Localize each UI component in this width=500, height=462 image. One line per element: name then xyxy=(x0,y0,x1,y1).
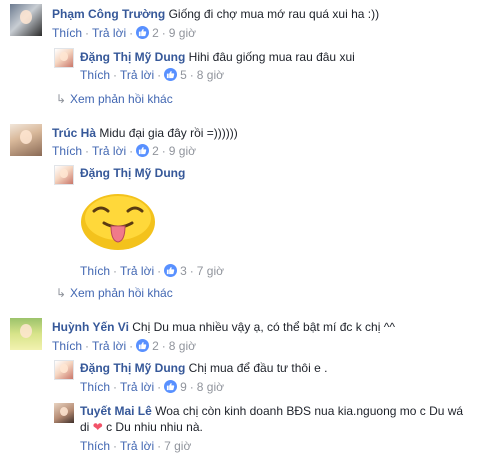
reply-button[interactable]: Trả lời xyxy=(120,68,154,82)
avatar[interactable] xyxy=(54,403,74,423)
like-button[interactable]: Thích xyxy=(52,144,82,158)
thumbs-up-icon[interactable] xyxy=(164,68,178,81)
comment-text: Chị mua để đầu tư thôi e . xyxy=(188,361,328,375)
reply-button[interactable]: Trả lời xyxy=(120,264,154,278)
like-button[interactable]: Thích xyxy=(80,68,110,82)
reply-button[interactable]: Trả lời xyxy=(92,26,126,40)
reply-button[interactable]: Trả lời xyxy=(120,380,154,394)
thumbs-up-icon[interactable] xyxy=(136,144,150,157)
comment-text: Midu đại gia đây rồi =)))))) xyxy=(99,126,238,140)
timestamp[interactable]: 8 giờ xyxy=(169,339,196,353)
heart-icon: ❤ xyxy=(92,420,103,434)
like-count[interactable]: 5 xyxy=(180,68,187,82)
tongue-out-emoji-sticker[interactable] xyxy=(80,191,156,251)
comment-text: Chị Du mua nhiều vậy ạ, có thể bật mí đc… xyxy=(132,320,395,334)
reply-button[interactable]: Trả lời xyxy=(92,339,126,353)
commenter-name[interactable]: Huỳnh Yến Vi xyxy=(52,320,129,334)
thumbs-up-icon[interactable] xyxy=(136,26,150,39)
commenter-name[interactable]: Phạm Công Trường xyxy=(52,7,165,21)
timestamp[interactable]: 7 giờ xyxy=(197,264,224,278)
more-replies-link[interactable]: ↳ Xem phản hồi khác xyxy=(56,286,173,300)
avatar[interactable] xyxy=(10,124,42,156)
reply-button[interactable]: Trả lời xyxy=(120,439,154,453)
avatar[interactable] xyxy=(54,165,74,185)
comment-text-continued: di xyxy=(80,420,90,434)
like-button[interactable]: Thích xyxy=(52,26,82,40)
like-button[interactable]: Thích xyxy=(80,264,110,278)
avatar[interactable] xyxy=(10,4,42,36)
timestamp[interactable]: 8 giờ xyxy=(197,68,224,82)
avatar[interactable] xyxy=(54,360,74,380)
commenter-name[interactable]: Đặng Thị Mỹ Dung xyxy=(80,361,185,375)
like-count[interactable]: 3 xyxy=(180,264,187,278)
like-button[interactable]: Thích xyxy=(80,439,110,453)
like-count[interactable]: 2 xyxy=(152,26,159,40)
timestamp[interactable]: 8 giờ xyxy=(197,380,224,394)
like-count[interactable]: 2 xyxy=(152,144,159,158)
like-count[interactable]: 9 xyxy=(180,380,187,394)
avatar[interactable] xyxy=(10,318,42,350)
timestamp[interactable]: 7 giờ xyxy=(164,439,191,453)
thumbs-up-icon[interactable] xyxy=(164,264,178,277)
like-count[interactable]: 2 xyxy=(152,339,159,353)
comment-text-continued: c Du nhiu nhiu nà. xyxy=(106,420,203,434)
avatar[interactable] xyxy=(54,48,74,68)
comment-text: Giống đi chợ mua mớ rau quá xui ha :)) xyxy=(168,7,380,21)
commenter-name[interactable]: Tuyết Mai Lê xyxy=(80,404,152,418)
timestamp[interactable]: 9 giờ xyxy=(169,144,196,158)
comment-text: Woa chị còn kinh doanh BĐS nua kia.nguon… xyxy=(155,404,464,418)
commenter-name[interactable]: Trúc Hà xyxy=(52,126,96,140)
comment-text: Hihi đâu giống mua rau đâu xui xyxy=(188,50,355,64)
thumbs-up-icon[interactable] xyxy=(164,380,178,393)
more-replies-link[interactable]: ↳ Xem phản hồi khác xyxy=(56,92,173,106)
reply-arrow-icon: ↳ xyxy=(56,92,67,106)
commenter-name[interactable]: Đặng Thị Mỹ Dung xyxy=(80,50,185,64)
timestamp[interactable]: 9 giờ xyxy=(169,26,196,40)
like-button[interactable]: Thích xyxy=(80,380,110,394)
like-button[interactable]: Thích xyxy=(52,339,82,353)
reply-arrow-icon: ↳ xyxy=(56,286,67,300)
thumbs-up-icon[interactable] xyxy=(136,339,150,352)
commenter-name[interactable]: Đặng Thị Mỹ Dung xyxy=(80,166,185,180)
reply-button[interactable]: Trả lời xyxy=(92,144,126,158)
